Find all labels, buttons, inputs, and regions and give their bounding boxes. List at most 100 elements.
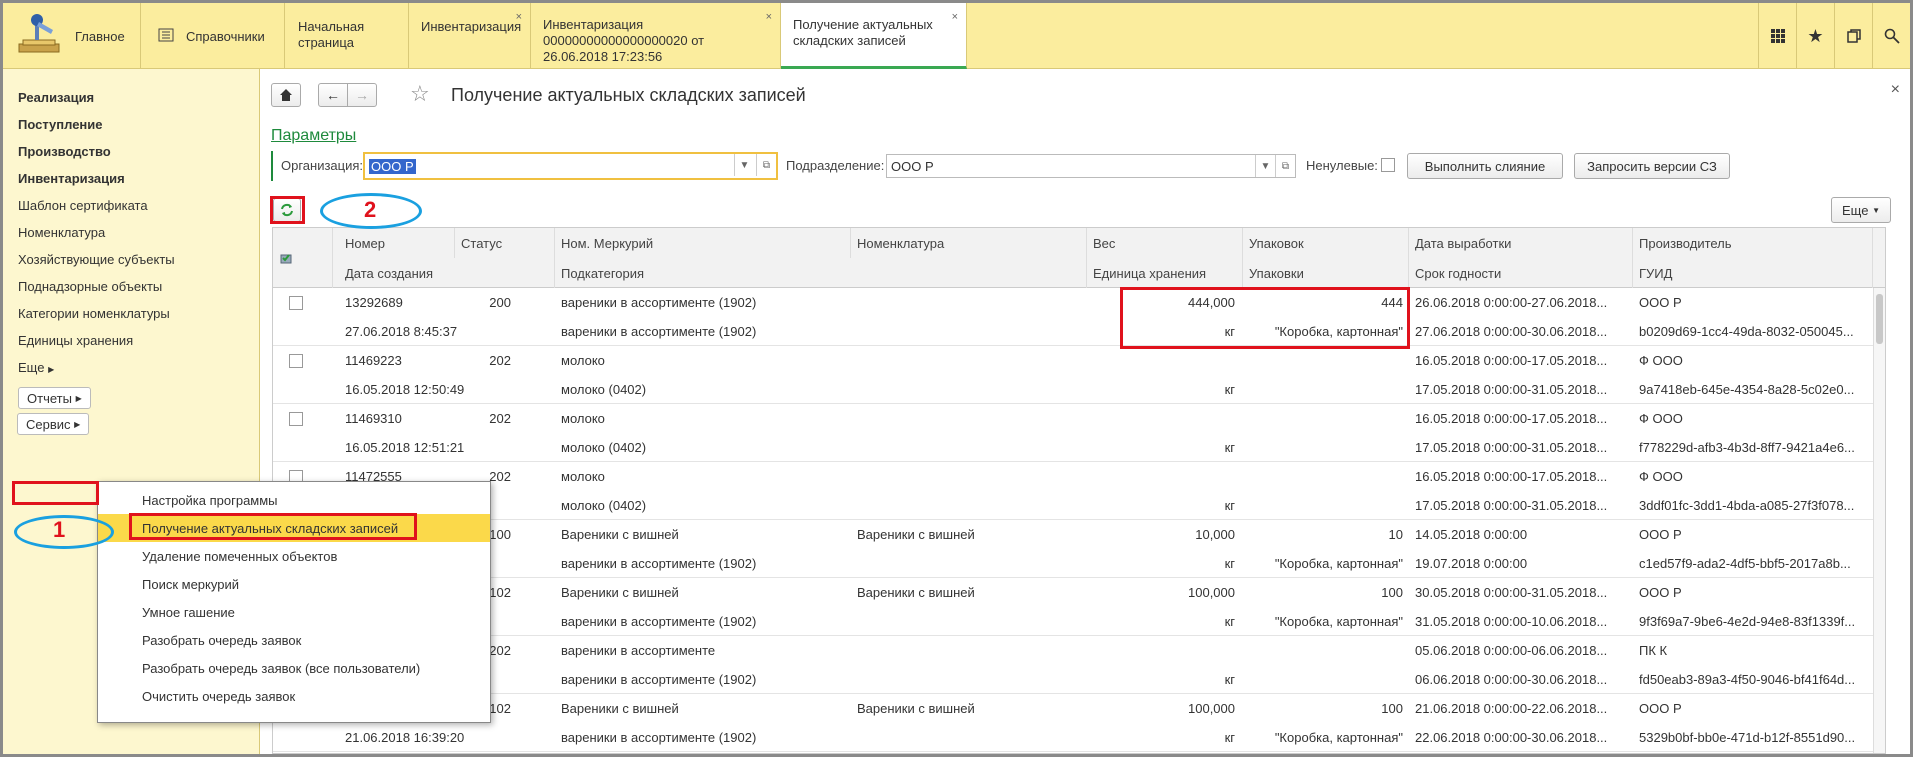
menu-item-clear-queue[interactable]: Очистить очередь заявок bbox=[98, 682, 490, 710]
header-producer[interactable]: Производитель bbox=[1633, 228, 1873, 258]
refresh-button[interactable] bbox=[273, 198, 301, 222]
header-storage-unit[interactable]: Единица хранения bbox=[1087, 258, 1243, 288]
home-logo-icon bbox=[15, 12, 63, 60]
forward-button[interactable]: → bbox=[347, 83, 377, 107]
menu-item-settings[interactable]: Настройка программы bbox=[98, 486, 490, 514]
table-row[interactable]: 13292689 200 вареники в ассортименте (1902… bbox=[273, 288, 1885, 346]
close-icon[interactable]: × bbox=[1891, 81, 1900, 99]
table-row[interactable]: 11472555 202 молоко 16.05.2018 0:00:00-17.0… bbox=[273, 462, 1885, 520]
cell-weight bbox=[1087, 636, 1235, 665]
table-row[interactable]: 202 вареники в ассортименте 05.06.2018 0:0… bbox=[273, 636, 1885, 694]
cell-merc: Вареники с вишней bbox=[561, 585, 679, 600]
sidebar-item-production[interactable]: Производство bbox=[18, 144, 111, 159]
favorite-star-icon[interactable]: ☆ bbox=[410, 81, 430, 107]
header-production-date[interactable]: Дата выработки bbox=[1409, 228, 1633, 258]
request-versions-button[interactable]: Запросить версии СЗ bbox=[1574, 153, 1730, 179]
row-checkbox[interactable] bbox=[289, 354, 303, 368]
cell-prod-date: 14.05.2018 0:00:00 bbox=[1415, 527, 1528, 542]
table-row[interactable]: 11469310 202 молоко 16.05.2018 0:00:00-17.0… bbox=[273, 404, 1885, 462]
sidebar-item-inventory[interactable]: Инвентаризация bbox=[18, 171, 125, 186]
header-created[interactable]: Дата создания bbox=[339, 258, 555, 288]
menu-item-delete-marked[interactable]: Удаление помеченных объектов bbox=[98, 542, 490, 570]
merge-button[interactable]: Выполнить слияние bbox=[1407, 153, 1563, 179]
table-row[interactable]: 102 Вареники с вишней Вареники с вишней 100… bbox=[273, 578, 1885, 636]
favorites-star-icon[interactable]: ★ bbox=[1796, 3, 1834, 69]
table-row[interactable]: 100 Вареники с вишней Вареники с вишней 10,… bbox=[273, 520, 1885, 578]
tab-home-page[interactable]: Начальная страница bbox=[286, 3, 409, 69]
sidebar-item-sales[interactable]: Реализация bbox=[18, 90, 94, 105]
select-all-column[interactable] bbox=[273, 228, 333, 288]
scroll-thumb[interactable] bbox=[1876, 294, 1883, 344]
org-field[interactable]: ООО Р ▼ ⧉ bbox=[363, 152, 778, 180]
table-row[interactable]: 11469223 202 молоко 16.05.2018 0:00:00-17.0… bbox=[273, 346, 1885, 404]
header-expiry[interactable]: Срок годности bbox=[1409, 258, 1633, 288]
cell-status: 202 bbox=[489, 353, 511, 368]
header-weight[interactable]: Вес bbox=[1087, 228, 1243, 258]
cell-expiry: 19.07.2018 0:00:00 bbox=[1415, 556, 1528, 571]
chevron-down-icon[interactable]: ▼ bbox=[734, 154, 754, 176]
history-icon[interactable] bbox=[1834, 3, 1872, 69]
header-subcategory[interactable]: Подкатегория bbox=[555, 258, 1087, 288]
nonzero-checkbox[interactable] bbox=[1381, 158, 1395, 172]
open-icon[interactable]: ⧉ bbox=[756, 154, 776, 176]
cell-subcat: вареники в ассортименте (1902) bbox=[561, 672, 757, 687]
home-button[interactable] bbox=[271, 83, 301, 107]
sidebar-item-more[interactable]: Еще ▶ bbox=[18, 360, 54, 375]
sidebar-item-supervised-objects[interactable]: Поднадзорные объекты bbox=[18, 279, 162, 294]
tab-inventory-document[interactable]: Инвентаризация 00000000000000000020 от 2… bbox=[531, 3, 781, 69]
header-pack-type[interactable]: Упаковки bbox=[1243, 258, 1409, 288]
row-checkbox[interactable] bbox=[289, 296, 303, 310]
chevron-down-icon[interactable]: ▼ bbox=[1255, 155, 1275, 177]
menu-item-process-queue[interactable]: Разобрать очередь заявок bbox=[98, 626, 490, 654]
header-number[interactable]: Номер bbox=[339, 228, 455, 258]
cell-unit: кг bbox=[1224, 440, 1235, 455]
cell-guid: fd50eab3-89a3-4f50-9046-bf41f64d... bbox=[1639, 672, 1856, 687]
header-mercury-nom[interactable]: Ном. Меркурий bbox=[555, 228, 851, 258]
cell-weight: 10,000 bbox=[1195, 527, 1235, 542]
tab-close-icon[interactable]: × bbox=[766, 9, 772, 25]
apps-grid-icon[interactable] bbox=[1758, 3, 1796, 69]
header-status[interactable]: Статус bbox=[455, 228, 555, 258]
sidebar-item-nomenclature-categories[interactable]: Категории номенклатуры bbox=[18, 306, 170, 321]
sidebar-item-business-entities[interactable]: Хозяйствующие субъекты bbox=[18, 252, 175, 267]
sidebar-item-receipts[interactable]: Поступление bbox=[18, 117, 103, 132]
menu-item-process-queue-all[interactable]: Разобрать очередь заявок (все пользовате… bbox=[98, 654, 490, 682]
tab-inventory[interactable]: Инвентаризация × bbox=[409, 3, 531, 69]
cell-guid: 5329b0bf-bb0e-471d-b12f-8551d90... bbox=[1639, 730, 1856, 745]
home-section[interactable]: Главное bbox=[3, 3, 141, 69]
search-icon[interactable] bbox=[1872, 3, 1910, 69]
tab-label-line2: складских записей bbox=[793, 33, 906, 48]
row-checkbox[interactable] bbox=[289, 412, 303, 426]
params-link[interactable]: Параметры bbox=[271, 127, 356, 145]
tab-close-icon[interactable]: × bbox=[952, 9, 958, 25]
dept-field[interactable]: ООО Р ▼ ⧉ bbox=[886, 154, 1296, 178]
sidebar-item-storage-units[interactable]: Единицы хранения bbox=[18, 333, 133, 348]
cell-packs: 100 bbox=[1381, 585, 1403, 600]
header-packs[interactable]: Упаковок bbox=[1243, 228, 1409, 258]
cell-subcat: молоко (0402) bbox=[561, 498, 647, 513]
tab-get-warehouse-records[interactable]: Получение актуальных складских записей × bbox=[781, 3, 967, 69]
service-menu: Настройка программы Получение актуальных… bbox=[97, 481, 491, 723]
open-icon[interactable]: ⧉ bbox=[1275, 155, 1295, 177]
sidebar-item-certificate-template[interactable]: Шаблон сертификата bbox=[18, 198, 148, 213]
tab-label: Начальная страница bbox=[298, 19, 365, 50]
header-nomenclature[interactable]: Номенклатура bbox=[851, 228, 1087, 258]
menu-item-search-mercury[interactable]: Поиск меркурий bbox=[98, 570, 490, 598]
references-section[interactable]: Справочники bbox=[142, 3, 285, 69]
cell-unit: кг bbox=[1224, 730, 1235, 745]
cell-prod-date: 26.06.2018 0:00:00-27.06.2018... bbox=[1415, 295, 1608, 310]
vertical-scrollbar[interactable] bbox=[1873, 288, 1885, 753]
header-guid[interactable]: ГУИД bbox=[1633, 258, 1873, 288]
more-button[interactable]: Еще ▼ bbox=[1831, 197, 1891, 223]
cell-expiry: 27.06.2018 0:00:00-30.06.2018... bbox=[1415, 324, 1608, 339]
references-icon bbox=[158, 27, 174, 46]
annotation-label-2: 2 bbox=[364, 197, 377, 222]
reports-button[interactable]: Отчеты ▶ bbox=[18, 387, 91, 409]
sidebar-item-nomenclature[interactable]: Номенклатура bbox=[18, 225, 105, 240]
back-button[interactable]: ← bbox=[318, 83, 348, 107]
menu-item-smart-redemption[interactable]: Умное гашение bbox=[98, 598, 490, 626]
menu-item-get-warehouse-records[interactable]: Получение актуальных складских записей bbox=[98, 514, 490, 542]
table-row[interactable]: 102 Вареники с вишней Вареники с вишней 100… bbox=[273, 694, 1885, 752]
tab-close-icon[interactable]: × bbox=[516, 9, 522, 25]
service-button[interactable]: Сервис ▶ bbox=[17, 413, 90, 435]
